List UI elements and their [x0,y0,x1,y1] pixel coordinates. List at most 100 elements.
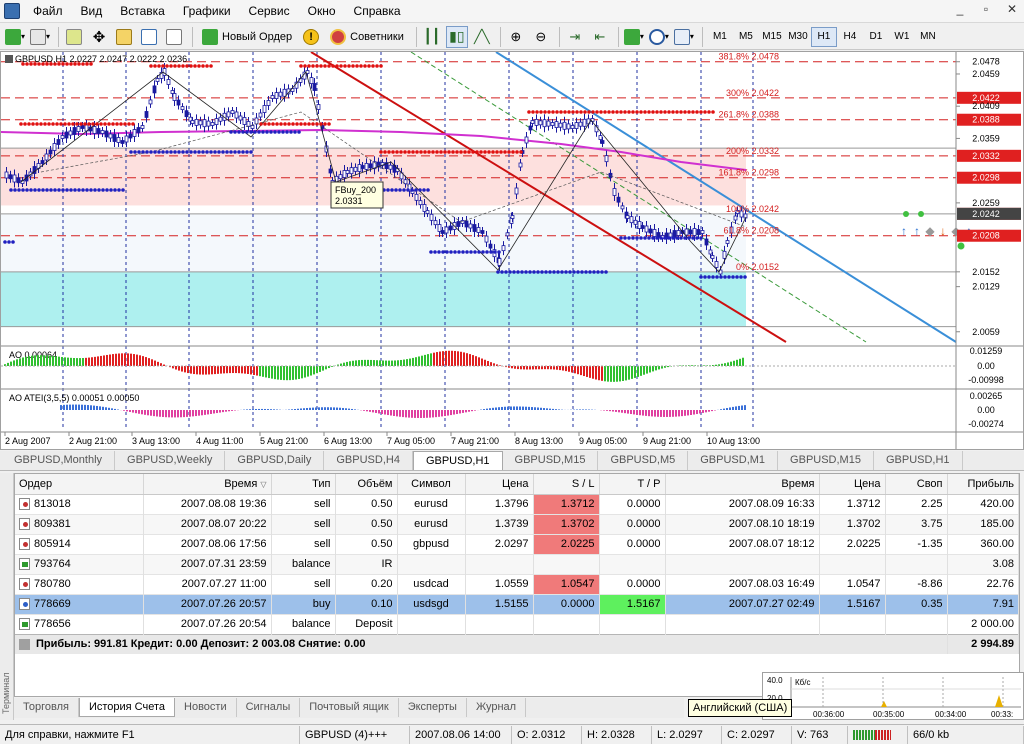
terminal-tab-trade[interactable]: Торговля [14,698,79,717]
menu-charts[interactable]: Графики [174,0,240,23]
col-swap[interactable]: Своп [885,474,948,495]
chart-tab-gbpusd-m5[interactable]: GBPUSD,M5 [598,451,689,470]
navigator-button[interactable] [113,26,135,48]
menu-window[interactable]: Окно [299,0,345,23]
timeframe-mn[interactable]: MN [915,27,941,47]
resistance-dot [539,110,543,114]
resistance-dot [503,150,507,154]
table-row[interactable]: 813018 2007.08.08 19:36 sell 0.50 eurusd 1.37… [15,494,1019,514]
close-icon[interactable]: ✕ [1004,2,1020,16]
timeframe-m15[interactable]: M15 [759,27,785,47]
col-open-time[interactable]: Время ▽ [143,474,272,495]
chart-tab-gbpusd-m15[interactable]: GBPUSD,M15 [503,451,599,470]
zoom-out-icon: ⊖ [535,28,547,44]
col-symbol[interactable]: Символ [397,474,466,495]
menu-file[interactable]: Файл [24,0,72,23]
line-chart-button[interactable]: ╱╲ [471,26,493,48]
tester-button[interactable] [163,26,185,48]
timeframe-m5[interactable]: M5 [733,27,759,47]
minimize-icon[interactable]: _ [952,2,968,16]
menu-help[interactable]: Справка [345,0,410,23]
timeframe-w1[interactable]: W1 [889,27,915,47]
time-tick-label: 3 Aug 13:00 [132,436,180,446]
table-row[interactable]: 793764 2007.07.31 23:59 balance IR 3.08 [15,554,1019,574]
chart-tab-gbpusd-m15-2[interactable]: GBPUSD,M15 [778,451,874,470]
timeframe-m30[interactable]: M30 [785,27,811,47]
terminal-tab-mailbox[interactable]: Почтовый ящик [300,698,399,717]
advisors-button[interactable]: Советники [325,26,409,48]
terminal-tab-journal[interactable]: Журнал [467,698,527,717]
terminal-tab-experts[interactable]: Эксперты [399,698,467,717]
restore-icon[interactable]: ▫ [978,2,994,16]
menu-insert[interactable]: Вставка [111,0,174,23]
timeframe-m1[interactable]: M1 [707,27,733,47]
col-profit[interactable]: Прибыль [947,474,1019,495]
terminal-tab-signals[interactable]: Сигналы [237,698,301,717]
chart-tab-gbpusd-h4[interactable]: GBPUSD,H4 [324,451,413,470]
resistance-dot [683,110,687,114]
support-dot [201,150,205,154]
chart-tab-gbpusd-h1-2[interactable]: GBPUSD,H1 [874,451,963,470]
timeframe-d1[interactable]: D1 [863,27,889,47]
timeframe-h4[interactable]: H4 [837,27,863,47]
col-volume[interactable]: Объём [335,474,398,495]
col-price[interactable]: Цена [465,474,534,495]
support-dot [398,188,402,192]
zoom-in-button[interactable]: ⊕ [505,26,527,48]
col-order[interactable]: Ордер [15,474,144,495]
menu-tools[interactable]: Сервис [240,0,299,23]
chart-shift-button[interactable]: ⇤ [589,26,611,48]
periods-button[interactable]: ▾ [648,26,670,48]
new-order-button[interactable]: Новый Ордер [197,26,297,48]
chart-tab-gbpusd-daily[interactable]: GBPUSD,Daily [225,451,325,470]
terminal-tab-news[interactable]: Новости [175,698,237,717]
candle-body [625,215,630,219]
table-row[interactable]: 805914 2007.08.06 17:56 sell 0.50 gbpusd 2.02… [15,534,1019,554]
market-watch-button[interactable] [63,26,85,48]
signal-arrow: ↓ [940,224,946,238]
col-sl[interactable]: S / L [533,474,600,495]
chart-tab-gbpusd-h1[interactable]: GBPUSD,H1 [412,451,503,470]
autotrading-warning-button[interactable]: ! [300,26,322,48]
support-dot [45,188,49,192]
indicators-button[interactable]: ▾ [623,26,645,48]
col-tp[interactable]: T / P [599,474,666,495]
new-chart-button[interactable]: ▾ [4,26,26,48]
resistance-dot [507,150,511,154]
chart-tab-gbpusd-m1[interactable]: GBPUSD,M1 [688,451,779,470]
support-dot [281,130,285,134]
candle-body [194,119,199,126]
profiles-button[interactable]: ▾ [29,26,51,48]
zoom-out-button[interactable]: ⊖ [530,26,552,48]
support-dot [528,270,532,274]
candle-chart-button[interactable]: ▮▯ [445,25,468,48]
table-row[interactable]: 780780 2007.07.27 11:00 sell 0.20 usdcad 1.05… [15,574,1019,594]
timeframe-h1[interactable]: H1 [810,26,837,47]
menu-view[interactable]: Вид [72,0,112,23]
templates-button[interactable]: ▾ [673,26,695,48]
crosshair-button[interactable]: ✥ [88,26,110,48]
terminal-tab-history[interactable]: История Счета [78,698,176,717]
resistance-dot [83,122,87,126]
col-close-time[interactable]: Время [665,474,820,495]
price-chart[interactable]: 381.8% 2.0478 300% 2.0422 261.8% 2.0388 200… [1,52,1023,449]
table-row[interactable]: 778669 2007.07.26 20:57 buy 0.10 usdsgd 1.515… [15,594,1019,614]
resistance-dot [611,110,615,114]
candle-body [56,139,61,145]
terminal-side-bar[interactable]: Терминал [0,473,14,720]
autoscroll-button[interactable]: ⇥ [564,26,586,48]
support-dot [217,150,221,154]
terminal-button[interactable] [138,26,160,48]
chart-tab-gbpusd-monthly[interactable]: GBPUSD,Monthly [2,451,116,470]
cell-price: 2.0297 [465,534,534,554]
col-type[interactable]: Тип [271,474,336,495]
status-profile[interactable]: GBPUSD (4)+++ [300,725,410,744]
chart-window[interactable]: 381.8% 2.0478 300% 2.0422 261.8% 2.0388 200… [0,51,1024,450]
bar-chart-button[interactable]: ┃┃ [421,26,443,48]
table-row[interactable]: 778656 2007.07.26 20:54 balance Deposit 2 00… [15,614,1019,634]
candle-body [148,99,153,105]
col-close-price[interactable]: Цена [819,474,886,495]
candle-body [429,213,434,221]
table-row[interactable]: 809381 2007.08.07 20:22 sell 0.50 eurusd 1.37… [15,514,1019,534]
chart-tab-gbpusd-weekly[interactable]: GBPUSD,Weekly [115,451,226,470]
